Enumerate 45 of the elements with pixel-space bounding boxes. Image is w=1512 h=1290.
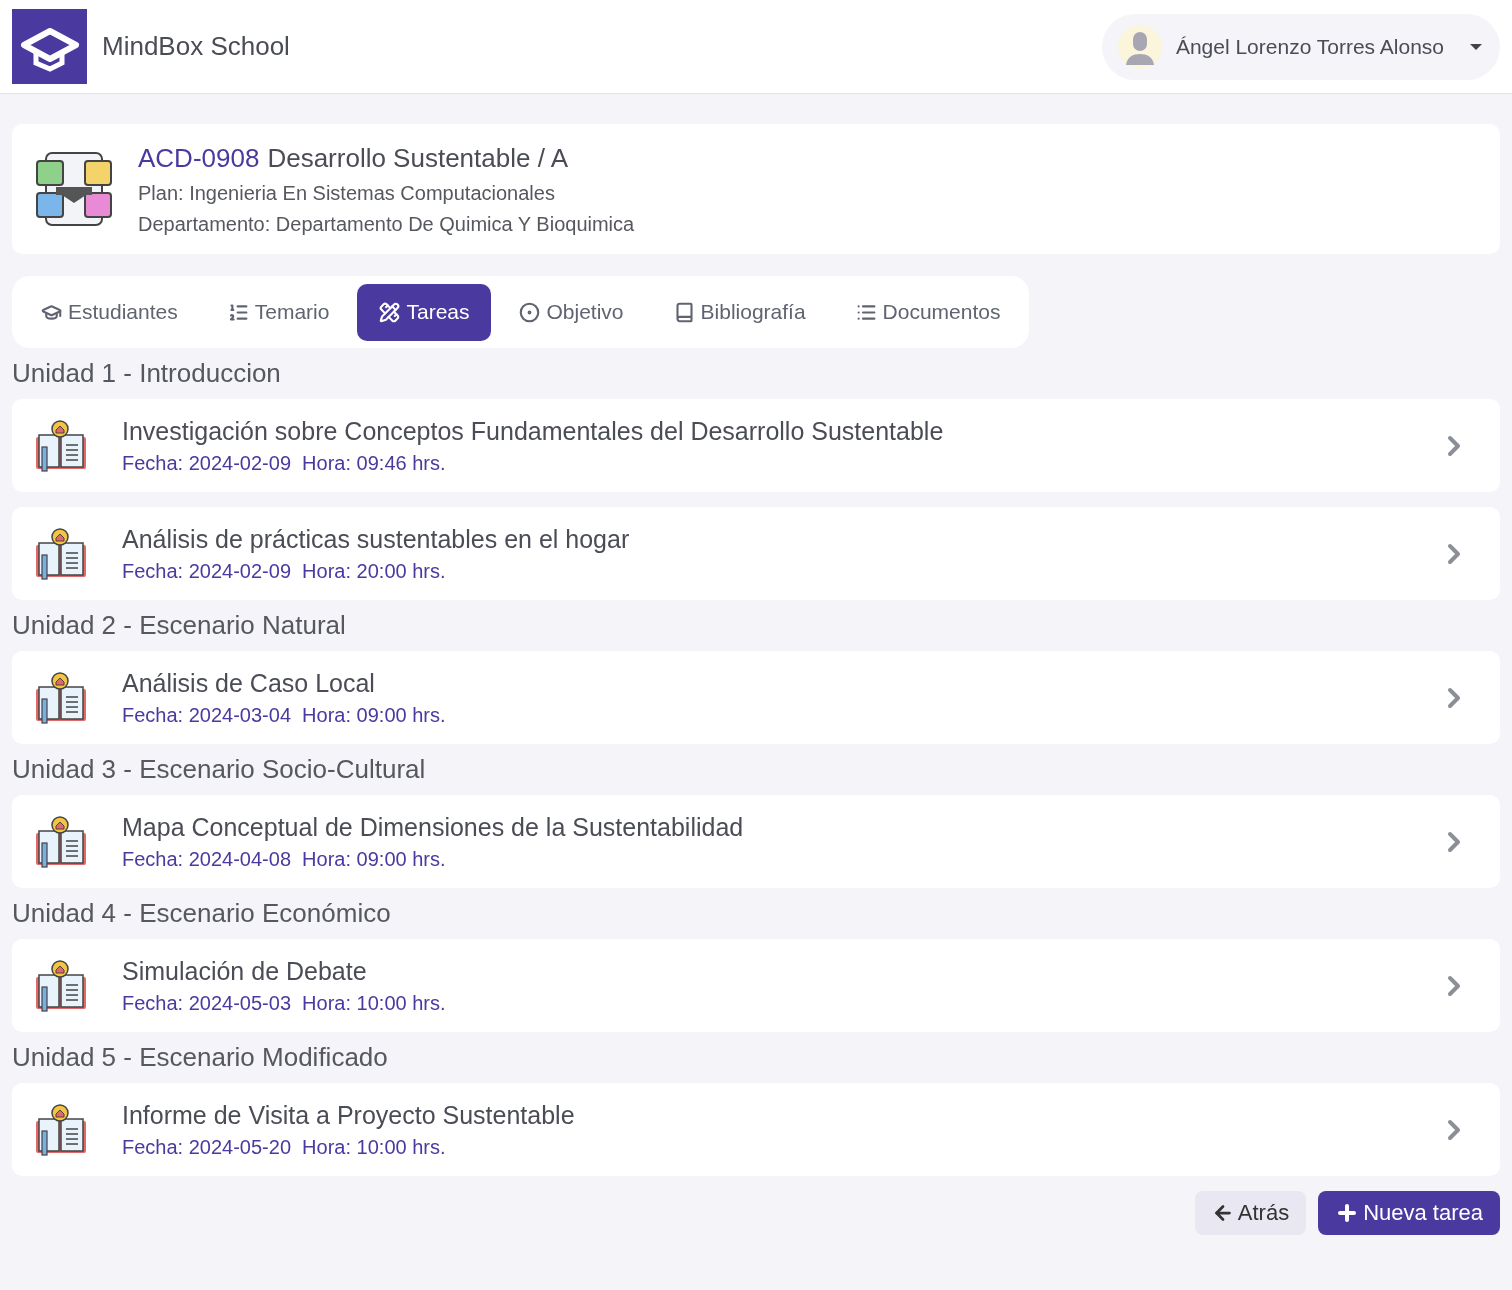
avatar-icon <box>1117 24 1162 69</box>
tab-icon <box>227 301 249 323</box>
task-card[interactable]: Análisis de Caso Local Fecha: 2024-03-04 Hora: 09:00 hrs. <box>12 651 1500 744</box>
unit-heading: Unidad 3 - Escenario Socio-Cultural <box>12 753 426 786</box>
course-apps-icon <box>34 149 114 229</box>
task-title: Análisis de prácticas sustentables en el hogar <box>122 524 630 554</box>
unit-heading: Unidad 2 - Escenario Natural <box>12 609 346 642</box>
user-menu[interactable]: Ángel Lorenzo Torres Alonso <box>1101 13 1500 80</box>
task-date: Fecha: 2024-02-09 Hora: 20:00 hrs. <box>122 559 446 583</box>
course-plan: Plan: Ingenieria En Sistemas Computacionales <box>138 181 556 205</box>
course-name: Desarrollo Sustentable / A <box>267 142 569 174</box>
task-date: Fecha: 2024-02-09 Hora: 09:46 hrs. <box>122 451 446 475</box>
task-card[interactable]: Análisis de prácticas sustentables en el hogar Fecha: 2024-02-09 Hora: 20:00 hrs. <box>12 507 1500 600</box>
tab-icon <box>379 301 401 323</box>
tab[interactable]: Temario <box>205 283 352 341</box>
tab-icon <box>673 301 695 323</box>
tab[interactable]: Estudiantes <box>19 283 200 341</box>
task-title: Análisis de Caso Local <box>122 668 375 698</box>
tab-icon <box>519 301 541 323</box>
tab[interactable]: Bibliografía <box>651 283 828 341</box>
task-date: Fecha: 2024-05-20 Hora: 10:00 hrs. <box>122 1135 446 1159</box>
brand-name: MindBox School <box>102 31 290 62</box>
task-title: Simulación de Debate <box>122 956 367 986</box>
task-card[interactable]: Investigación sobre Conceptos Fundamentales del Desarrollo Sustentable Fecha: 2024-02-09 Hora: 09:46 hrs. <box>12 399 1500 492</box>
new-task-button[interactable]: Nueva tarea <box>1318 1191 1500 1235</box>
task-date: Fecha: 2024-05-03 Hora: 10:00 hrs. <box>122 991 446 1015</box>
task-card[interactable]: Informe de Visita a Proyecto Sustentable Fecha: 2024-05-20 Hora: 10:00 hrs. <box>12 1083 1500 1176</box>
tab[interactable]: Tareas <box>357 283 492 341</box>
course-code: ACD-0908 <box>138 142 260 174</box>
course-department: Departamento: Departamento De Quimica Y Bioquimica <box>138 212 635 236</box>
task-title: Investigación sobre Conceptos Fundamentales del Desarrollo Sustentable <box>122 416 944 446</box>
task-title: Informe de Visita a Proyecto Sustentable <box>122 1100 575 1130</box>
task-card[interactable]: Mapa Conceptual de Dimensiones de la Sustentabilidad Fecha: 2024-04-08 Hora: 09:00 hrs. <box>12 795 1500 888</box>
task-title: Mapa Conceptual de Dimensiones de la Sustentabilidad <box>122 812 744 842</box>
logo-icon <box>12 9 87 84</box>
unit-heading: Unidad 1 - Introduccion <box>12 357 281 390</box>
task-date: Fecha: 2024-04-08 Hora: 09:00 hrs. <box>122 847 446 871</box>
tab[interactable]: Objetivo <box>497 283 646 341</box>
tab[interactable]: Documentos <box>833 283 1023 341</box>
back-button[interactable]: Atrás <box>1194 1191 1307 1235</box>
task-card[interactable]: Simulación de Debate Fecha: 2024-05-03 Hora: 10:00 hrs. <box>12 939 1500 1032</box>
task-date: Fecha: 2024-03-04 Hora: 09:00 hrs. <box>122 703 446 727</box>
caret-icon <box>1470 42 1482 51</box>
unit-heading: Unidad 4 - Escenario Económico <box>12 897 391 930</box>
unit-heading: Unidad 5 - Escenario Modificado <box>12 1041 388 1074</box>
